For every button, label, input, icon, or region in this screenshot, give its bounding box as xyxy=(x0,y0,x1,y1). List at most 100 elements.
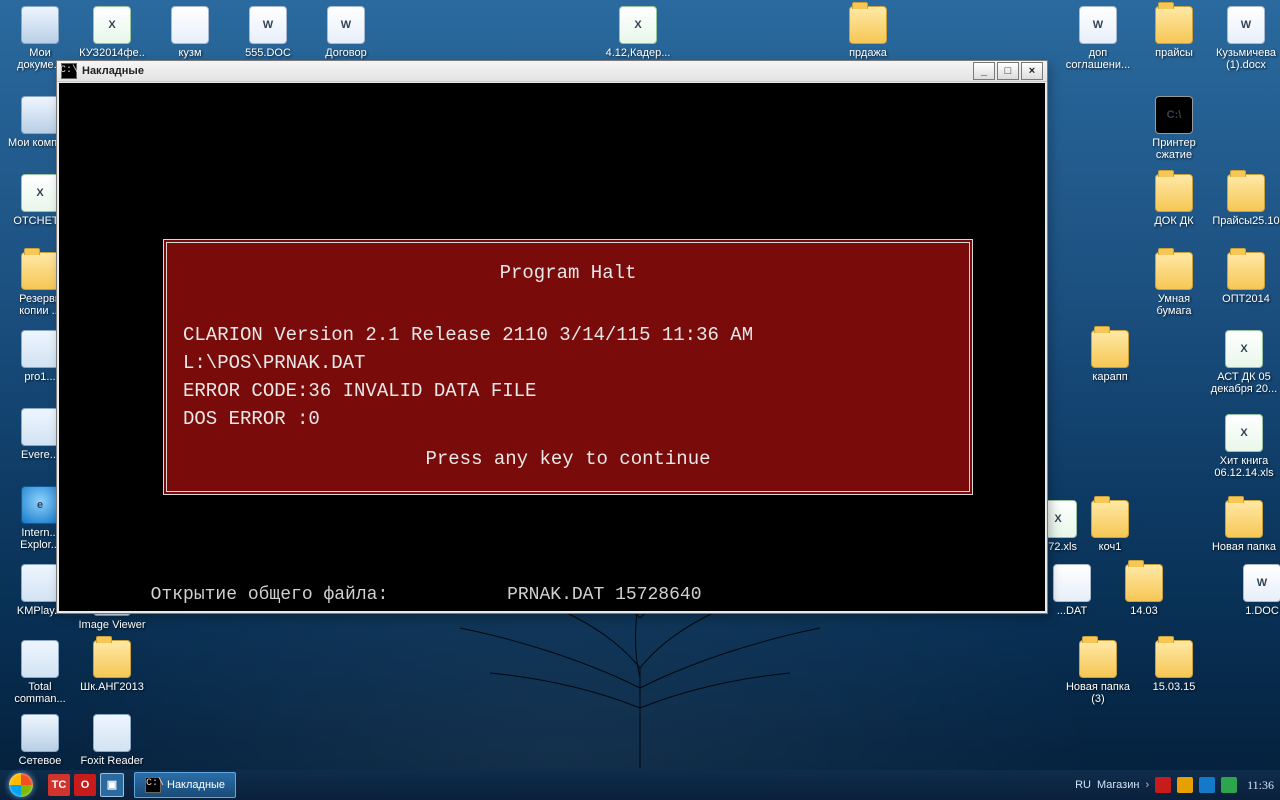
desktop-icon[interactable]: кузм xyxy=(156,6,224,59)
desktop-icon-label: Принтер сжатие xyxy=(1140,137,1208,161)
cmd-icon: C:\ xyxy=(1155,96,1193,134)
sys-icon xyxy=(21,96,59,134)
folder-icon xyxy=(21,252,59,290)
taskbar[interactable]: TCO▣ C:\ Накладные RU Магазин › 11:36 xyxy=(0,770,1280,800)
cmd-icon: C:\ xyxy=(145,777,161,793)
desktop-icon-label: прайсы xyxy=(1155,47,1193,59)
desktop-icon-label: Хит книга 06.12.14.xls xyxy=(1210,455,1278,479)
quicklaunch-total-commander[interactable]: TC xyxy=(48,774,70,796)
desktop-icon-label: кузм xyxy=(178,47,201,59)
windows-orb-icon xyxy=(9,773,33,797)
tray-icon[interactable] xyxy=(1221,777,1237,793)
desktop-icon[interactable]: Шк.АНГ2013 xyxy=(78,640,146,693)
word-icon: W xyxy=(327,6,365,44)
tray-icon[interactable] xyxy=(1155,777,1171,793)
desktop-icon[interactable]: Прайсы25.10 xyxy=(1212,174,1280,227)
desktop-icon-label: ОПТ2014 xyxy=(1222,293,1270,305)
folder-icon xyxy=(849,6,887,44)
word-icon: W xyxy=(1243,564,1280,602)
desktop-icon-label: 4.12,Кадер... xyxy=(606,47,671,59)
desktop-icon[interactable]: X АСТ ДК 05 декабря 20... xyxy=(1210,330,1278,395)
desktop-icon[interactable]: Wдоп соглашени... xyxy=(1064,6,1132,71)
window-titlebar[interactable]: C:\ Накладные _ □ × xyxy=(57,61,1047,82)
taskbar-task-nakladnye[interactable]: C:\ Накладные xyxy=(134,772,236,798)
task-button-label: Накладные xyxy=(167,779,225,791)
halt-prompt: Press any key to continue xyxy=(183,445,953,473)
desktop-icon-label: карапп xyxy=(1092,371,1127,383)
maximize-button[interactable]: □ xyxy=(997,62,1019,80)
desktop-icon[interactable]: прайсы xyxy=(1140,6,1208,59)
word-icon: W xyxy=(1079,6,1117,44)
desktop-icon-label: Total comman... xyxy=(6,681,74,705)
desktop-icon[interactable]: C:\ Принтер сжатие xyxy=(1140,96,1208,161)
xls-icon: X xyxy=(619,6,657,44)
console-window[interactable]: C:\ Накладные _ □ × Program Halt CLARION… xyxy=(56,60,1048,614)
desktop-icon[interactable]: W Кузьмичева (1).docx xyxy=(1212,6,1280,71)
desktop-icon[interactable]: 14.03 xyxy=(1110,564,1178,617)
desktop-icon[interactable]: Новая папка (3) xyxy=(1064,640,1132,705)
desktop-icon[interactable]: коч1 xyxy=(1076,500,1144,553)
app-icon xyxy=(21,408,59,446)
desktop-icon[interactable]: X 4.12,Кадер... xyxy=(604,6,672,59)
folder-icon xyxy=(1079,640,1117,678)
halt-line-1: L:\POS\PRNAK.DAT xyxy=(183,352,365,374)
desktop-icon-label: АСТ ДК 05 декабря 20... xyxy=(1210,371,1278,395)
desktop-icon-label: коч1 xyxy=(1099,541,1122,553)
halt-line-0: CLARION Version 2.1 Release 2110 3/14/11… xyxy=(183,324,753,346)
tray-icon[interactable] xyxy=(1177,777,1193,793)
desktop-icon-label: прдажа xyxy=(849,47,887,59)
desktop-icon-label: Новая папка (3) xyxy=(1064,681,1132,705)
desktop-icon-label: Умная бумага xyxy=(1140,293,1208,317)
desktop-icon[interactable]: Новая папка xyxy=(1210,500,1278,553)
app-icon xyxy=(21,330,59,368)
desktop-icon[interactable]: W1.DOC xyxy=(1228,564,1280,617)
folder-icon xyxy=(1225,500,1263,538)
desktop-icon[interactable]: Умная бумага xyxy=(1140,252,1208,317)
language-indicator[interactable]: RU xyxy=(1075,779,1091,791)
tray-icon[interactable] xyxy=(1199,777,1215,793)
desktop-icon[interactable]: Total comman... xyxy=(6,640,74,705)
desktop-icon[interactable]: Foxit Reader xyxy=(78,714,146,767)
desktop-icon[interactable]: ДОК ДК xyxy=(1140,174,1208,227)
quicklaunch-opera[interactable]: O xyxy=(74,774,96,796)
folder-icon xyxy=(1155,252,1193,290)
system-tray[interactable]: RU Магазин › 11:36 xyxy=(1075,777,1280,793)
xls-icon: X xyxy=(93,6,131,44)
tray-chevron-icon[interactable]: › xyxy=(1145,779,1149,791)
word-icon: W xyxy=(1227,6,1265,44)
folder-icon xyxy=(1155,6,1193,44)
folder-icon xyxy=(93,640,131,678)
desktop-icon[interactable]: карапп xyxy=(1076,330,1144,383)
close-button[interactable]: × xyxy=(1021,62,1043,80)
quicklaunch-kmplayer[interactable]: ▣ xyxy=(100,773,124,797)
desktop-icon[interactable]: WДоговор xyxy=(312,6,380,59)
desktop-icon-label: Кузьмичева (1).docx xyxy=(1212,47,1280,71)
minimize-button[interactable]: _ xyxy=(973,62,995,80)
xls-icon: X xyxy=(1225,414,1263,452)
console-client[interactable]: Program Halt CLARION Version 2.1 Release… xyxy=(59,83,1045,611)
desktop[interactable]: Мои докуме...XКУЗ2014фе...кузмW555.DOCWД… xyxy=(0,0,1280,800)
desktop-icon-label: ...DAT xyxy=(1057,605,1087,617)
folder-icon xyxy=(1091,330,1129,368)
desktop-icon[interactable]: ...DAT xyxy=(1038,564,1106,617)
desktop-icon-label: Evere... xyxy=(21,449,59,461)
desktop-icon[interactable]: W555.DOC xyxy=(234,6,302,59)
word-icon: W xyxy=(249,6,287,44)
desktop-icon-label: Foxit Reader xyxy=(81,755,144,767)
desktop-icon-label: Шк.АНГ2013 xyxy=(80,681,144,693)
desktop-icon-label: pro1... xyxy=(24,371,55,383)
desktop-icon[interactable]: ОПТ2014 xyxy=(1212,252,1280,305)
desktop-icon[interactable]: X Хит книга 06.12.14.xls xyxy=(1210,414,1278,479)
program-halt-dialog[interactable]: Program Halt CLARION Version 2.1 Release… xyxy=(163,239,973,495)
taskbar-clock[interactable]: 11:36 xyxy=(1247,778,1274,793)
xls-icon: X xyxy=(1225,330,1263,368)
folder-icon xyxy=(1155,640,1193,678)
halt-title: Program Halt xyxy=(183,259,953,287)
desktop-icon[interactable]: прдажа xyxy=(834,6,902,59)
folder-icon xyxy=(1091,500,1129,538)
app-icon xyxy=(21,640,59,678)
desktop-icon[interactable]: 15.03.15 xyxy=(1140,640,1208,693)
xls-icon: X xyxy=(21,174,59,212)
start-button[interactable] xyxy=(0,770,42,800)
tray-store-label[interactable]: Магазин xyxy=(1097,779,1139,791)
